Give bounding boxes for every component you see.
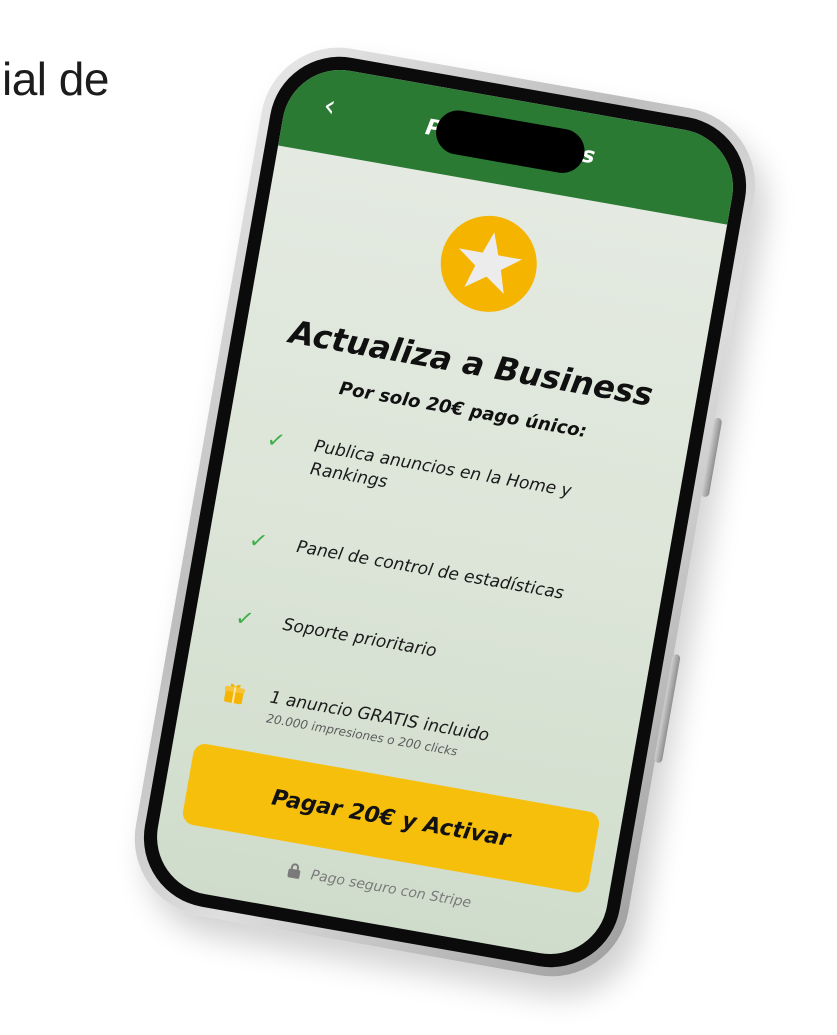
feature-label: Publica anuncios en la Home y Rankings (308, 436, 573, 502)
background-heading: ial de (2, 53, 109, 105)
app-screen: ‹ Plan Business Actualiza a Business Por… (147, 60, 743, 964)
gift-icon (220, 679, 248, 711)
check-icon: ✓ (247, 527, 270, 556)
feature-item: ✓ Soporte prioritario (224, 603, 618, 694)
feature-label: Panel de control de estadísticas (294, 536, 566, 604)
lock-icon (285, 862, 302, 883)
feature-item: ✓ Panel de control de estadísticas (238, 526, 632, 617)
star-icon (433, 208, 545, 320)
secure-note-text: Pago seguro con Stripe (309, 867, 473, 912)
check-icon: ✓ (233, 605, 256, 634)
check-icon: ✓ (264, 427, 288, 455)
feature-list: ✓ Publica anuncios en la Home y Rankings… (224, 425, 649, 694)
phone-mockup: ‹ Plan Business Actualiza a Business Por… (122, 35, 768, 989)
upgrade-content: Actualiza a Business Por solo 20€ pago ú… (208, 310, 669, 783)
feature-label: Soporte prioritario (281, 614, 439, 662)
